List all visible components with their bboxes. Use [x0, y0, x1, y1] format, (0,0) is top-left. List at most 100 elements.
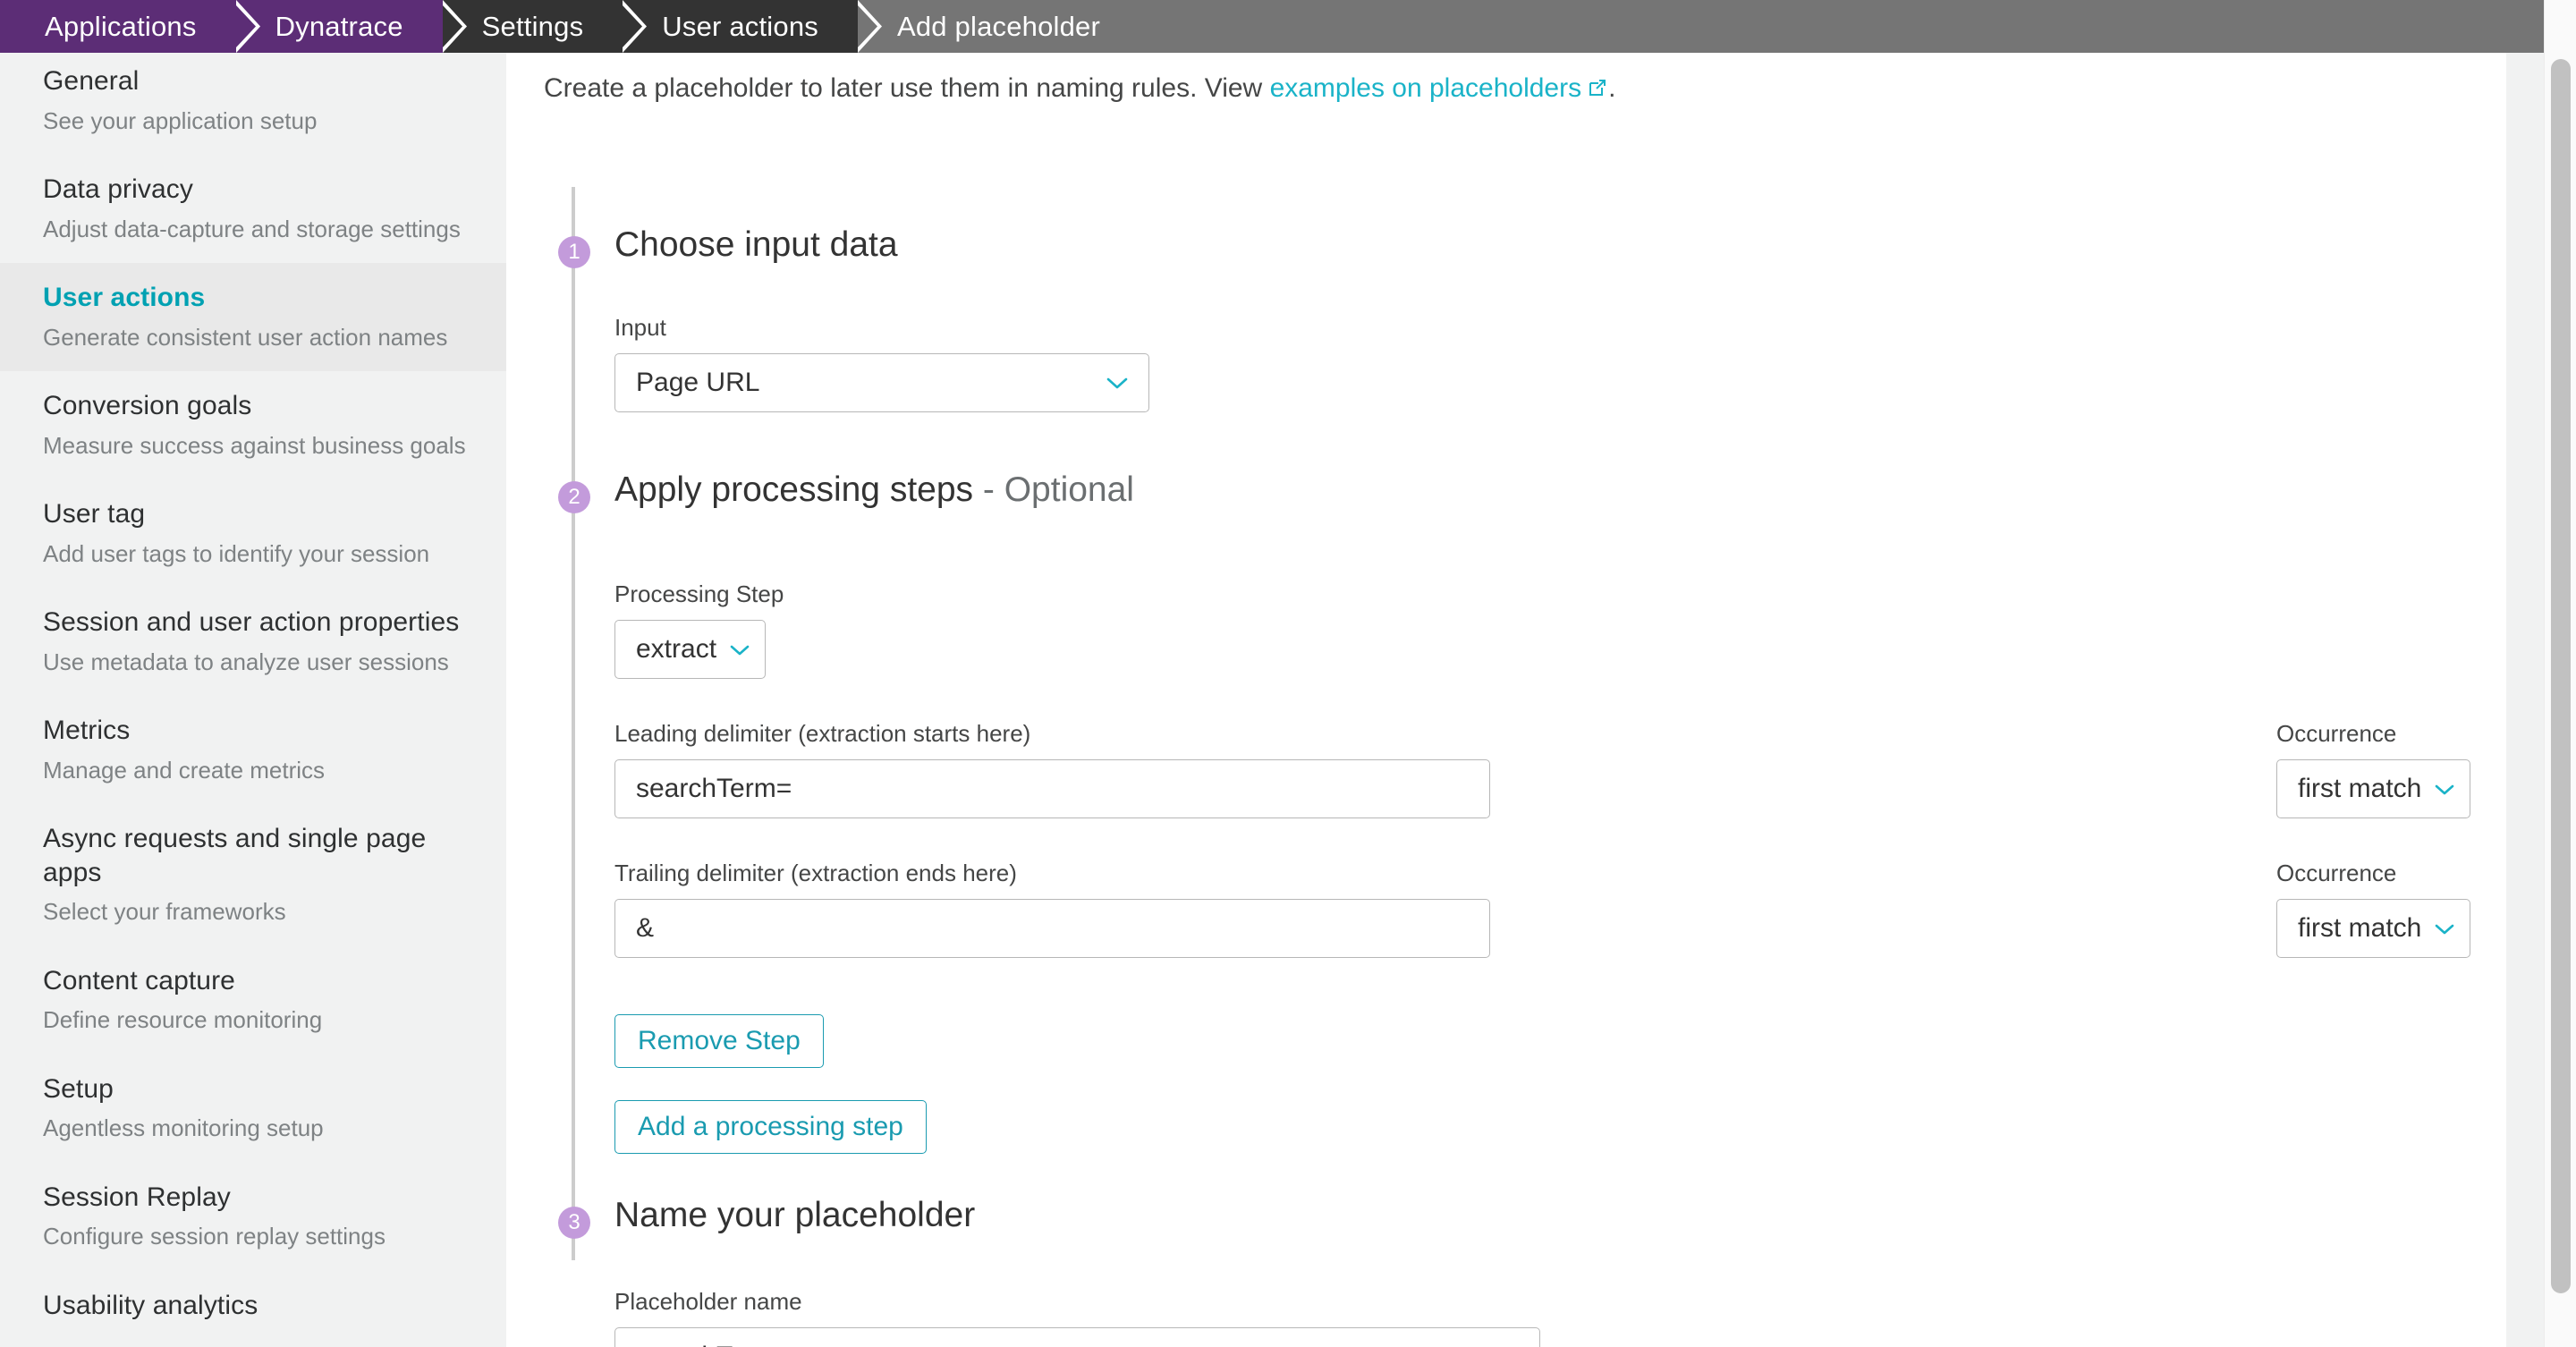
step-badge-3: 3: [558, 1207, 590, 1239]
processing-step-value: extract: [636, 634, 717, 664]
sidebar-item-user-actions[interactable]: User actions Generate consistent user ac…: [0, 263, 506, 371]
sidebar-item-content-capture[interactable]: Content capture Define resource monitori…: [0, 946, 506, 1055]
sidebar-item-title: Conversion goals: [43, 391, 252, 420]
trailing-occurrence-select[interactable]: first match: [2276, 899, 2471, 958]
leading-delimiter-label: Leading delimiter (extraction starts her…: [614, 720, 1031, 747]
page-intro-text: Create a placeholder to later use them i…: [544, 73, 1615, 106]
chevron-down-icon: [2421, 783, 2470, 796]
sidebar-item-conversion-goals[interactable]: Conversion goals Measure success against…: [0, 371, 506, 479]
sidebar-item-session-replay[interactable]: Session Replay Configure session replay …: [0, 1163, 506, 1271]
sidebar-item-setup[interactable]: Setup Agentless monitoring setup: [0, 1055, 506, 1163]
sidebar-item-title: Content capture: [43, 965, 235, 995]
sidebar-item-user-tag[interactable]: User tag Add user tags to identify your …: [0, 479, 506, 588]
sidebar-item-subtitle: Generate consistent user action names: [43, 323, 448, 351]
sidebar-item-general[interactable]: General See your application setup: [0, 47, 506, 155]
step-title-text: Apply processing steps: [614, 470, 974, 509]
sidebar-item-title: Async requests and single page apps: [43, 824, 427, 887]
sidebar-item-title: User tag: [43, 499, 146, 529]
sidebar-item-data-privacy[interactable]: Data privacy Adjust data-capture and sto…: [0, 155, 506, 263]
breadcrumb: Applications Dynatrace Settings User act…: [0, 0, 2576, 53]
step-title-text: Name your placeholder: [614, 1196, 976, 1234]
placeholder-name-label: Placeholder name: [614, 1288, 802, 1315]
trailing-delimiter-input[interactable]: &: [614, 899, 1490, 958]
settings-sidebar: Dynatrace General See your application s…: [0, 0, 506, 1347]
breadcrumb-chevron-icon: [623, 0, 650, 53]
breadcrumb-item-user-actions[interactable]: User actions: [623, 0, 885, 53]
sidebar-item-usability-analytics[interactable]: Usability analytics: [0, 1271, 506, 1343]
input-select[interactable]: Page URL: [614, 353, 1149, 412]
step-title-1: Choose input data: [614, 225, 898, 265]
breadcrumb-label: Settings: [481, 10, 584, 42]
sidebar-item-subtitle: See your application setup: [43, 106, 318, 134]
sidebar-item-subtitle: Add user tags to identify your session: [43, 539, 430, 567]
processing-step-select[interactable]: extract: [614, 620, 767, 679]
placeholder-name-input[interactable]: searchTerm: [614, 1327, 1540, 1347]
breadcrumb-label: Applications: [45, 10, 197, 42]
trailing-delimiter-value: &: [636, 913, 655, 943]
breadcrumb-item-settings[interactable]: Settings: [442, 0, 650, 53]
step-badge-2: 2: [558, 481, 590, 513]
breadcrumb-chevron-icon: [442, 0, 470, 53]
step-title-optional: - Optional: [973, 470, 1134, 509]
chevron-down-icon: [2421, 922, 2470, 936]
breadcrumb-chevron-icon: [857, 0, 885, 53]
leading-occurrence-label: Occurrence: [2276, 720, 2397, 747]
sidebar-item-title: User actions: [43, 283, 206, 312]
leading-occurrence-select[interactable]: first match: [2276, 759, 2471, 818]
sidebar-item-subtitle: Adjust data-capture and storage settings: [43, 215, 461, 242]
content-right-gutter: [2506, 53, 2544, 1347]
sidebar-item-title: Session and user action properties: [43, 607, 460, 637]
sidebar-item-subtitle: Select your frameworks: [43, 898, 286, 925]
breadcrumb-item-applications[interactable]: Applications: [0, 0, 260, 53]
breadcrumb-label: User actions: [662, 10, 818, 42]
input-label: Input: [614, 314, 666, 341]
sidebar-item-title: Metrics: [43, 716, 131, 745]
leading-occurrence-value: first match: [2298, 774, 2422, 803]
chevron-down-icon: [1097, 376, 1148, 390]
sidebar-item-title: Data privacy: [43, 174, 193, 204]
sidebar-item-title: General: [43, 66, 140, 96]
examples-on-placeholders-link[interactable]: examples on placeholders: [1270, 73, 1609, 103]
sidebar-item-title: Setup: [43, 1073, 114, 1104]
sidebar-item-subtitle: Configure session replay settings: [43, 1223, 386, 1250]
intro-prefix: Create a placeholder to later use them i…: [544, 73, 1270, 103]
external-link-icon: [1587, 75, 1608, 106]
step-badge-1: 1: [558, 236, 590, 268]
sidebar-item-title: Usability analytics: [43, 1290, 258, 1320]
leading-delimiter-value: searchTerm=: [636, 774, 792, 803]
sidebar-item-subtitle: Manage and create metrics: [43, 756, 326, 784]
sidebar-item-subtitle: Measure success against business goals: [43, 431, 466, 459]
sidebar-item-metrics[interactable]: Metrics Manage and create metrics: [0, 696, 506, 804]
breadcrumb-item-add-placeholder: Add placeholder: [857, 0, 2576, 53]
add-processing-step-button[interactable]: Add a processing step: [614, 1100, 927, 1154]
sidebar-item-session-and-user-action-properties[interactable]: Session and user action properties Use m…: [0, 588, 506, 696]
breadcrumb-label: Dynatrace: [275, 10, 403, 42]
sidebar-item-subtitle: Use metadata to analyze user sessions: [43, 648, 449, 675]
step-connector-line: [572, 187, 575, 1260]
processing-step-label: Processing Step: [614, 580, 784, 607]
chevron-down-icon: [716, 643, 765, 657]
breadcrumb-chevron-icon: [235, 0, 263, 53]
input-select-value: Page URL: [636, 368, 760, 397]
remove-step-button[interactable]: Remove Step: [614, 1014, 824, 1068]
trailing-occurrence-label: Occurrence: [2276, 860, 2397, 886]
sidebar-scroll-container: Dynatrace General See your application s…: [0, 0, 506, 1342]
sidebar-item-subtitle: Define resource monitoring: [43, 1006, 323, 1033]
breadcrumb-item-dynatrace[interactable]: Dynatrace: [235, 0, 470, 53]
trailing-occurrence-value: first match: [2298, 913, 2422, 943]
leading-delimiter-input[interactable]: searchTerm=: [614, 759, 1490, 818]
step-title-3: Name your placeholder: [614, 1196, 975, 1235]
vertical-scrollbar[interactable]: [2544, 0, 2576, 1347]
sidebar-item-async-requests-and-single-page-apps[interactable]: Async requests and single page apps Sele…: [0, 804, 506, 946]
step-title-text: Choose input data: [614, 225, 898, 264]
link-label: examples on placeholders: [1269, 73, 1582, 103]
scrollbar-thumb[interactable]: [2551, 59, 2571, 1293]
trailing-delimiter-label: Trailing delimiter (extraction ends here…: [614, 860, 1017, 886]
sidebar-item-subtitle: Agentless monitoring setup: [43, 1114, 324, 1141]
main-content: Create a placeholder to later use them i…: [506, 53, 2506, 1347]
placeholder-name-value: searchTerm: [615, 1342, 1539, 1347]
intro-suffix: .: [1608, 73, 1616, 103]
sidebar-item-title: Session Replay: [43, 1182, 231, 1212]
breadcrumb-label: Add placeholder: [896, 10, 1101, 42]
step-title-2: Apply processing steps - Optional: [614, 470, 1134, 510]
